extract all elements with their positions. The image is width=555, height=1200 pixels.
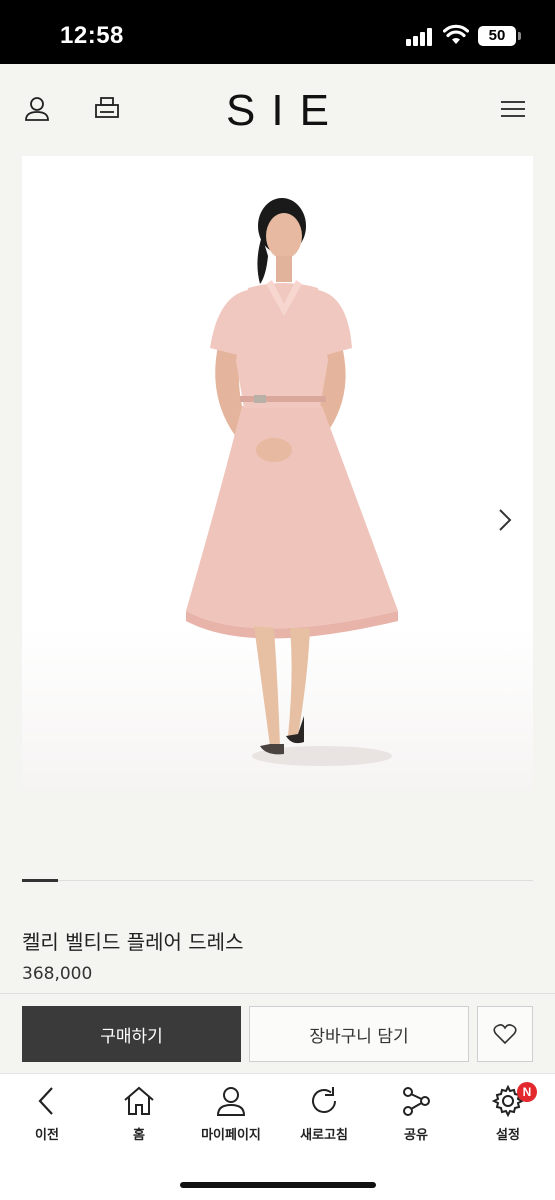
- buy-button[interactable]: 구매하기: [22, 1006, 241, 1062]
- brand-logo[interactable]: SIE: [0, 86, 555, 136]
- nav-refresh[interactable]: 새로고침: [279, 1084, 369, 1154]
- add-to-cart-button[interactable]: 장바구니 담기: [249, 1006, 469, 1062]
- site-header: SIE: [0, 64, 555, 156]
- menu-icon[interactable]: [498, 94, 528, 124]
- status-bar: 12:58 50: [0, 0, 555, 64]
- nav-home-label: 홈: [133, 1128, 145, 1143]
- cellular-signal-icon: [406, 28, 434, 46]
- nav-mypage[interactable]: 마이페이지: [186, 1084, 276, 1154]
- browser-bottom-nav: 이전 홈 마이페이지 새로고침 공유 N 설정: [0, 1073, 555, 1200]
- user-icon: [216, 1087, 246, 1116]
- battery-tip: [518, 32, 521, 40]
- nav-mypage-label: 마이페이지: [201, 1128, 261, 1143]
- heart-icon: [493, 1024, 517, 1045]
- share-icon: [403, 1087, 430, 1116]
- nav-settings-label: 설정: [496, 1128, 520, 1143]
- refresh-icon: [312, 1087, 336, 1113]
- nav-back[interactable]: 이전: [2, 1084, 92, 1154]
- carousel-track: [22, 880, 533, 881]
- battery-indicator: 50: [478, 26, 516, 46]
- nav-share[interactable]: 공유: [371, 1084, 461, 1154]
- purchase-action-bar: 구매하기 장바구니 담기: [0, 993, 555, 1073]
- nav-home[interactable]: 홈: [94, 1084, 184, 1154]
- product-image[interactable]: [22, 156, 533, 792]
- nav-share-label: 공유: [404, 1128, 428, 1143]
- status-time: 12:58: [60, 22, 124, 49]
- home-icon: [124, 1086, 154, 1115]
- model-figure: [186, 198, 398, 766]
- home-indicator[interactable]: [180, 1182, 376, 1188]
- wishlist-button[interactable]: [477, 1006, 533, 1062]
- product-name: 켈리 벨티드 플레어 드레스: [22, 930, 244, 954]
- notification-badge: N: [517, 1082, 537, 1102]
- nav-refresh-label: 새로고침: [300, 1128, 348, 1143]
- nav-settings[interactable]: N 설정: [463, 1082, 553, 1154]
- next-image-arrow-icon[interactable]: [492, 506, 516, 534]
- carousel-indicator[interactable]: [22, 879, 58, 882]
- wifi-icon: [443, 24, 469, 44]
- product-price: 368,000: [22, 964, 93, 984]
- nav-back-label: 이전: [35, 1128, 59, 1143]
- back-icon: [38, 1087, 53, 1115]
